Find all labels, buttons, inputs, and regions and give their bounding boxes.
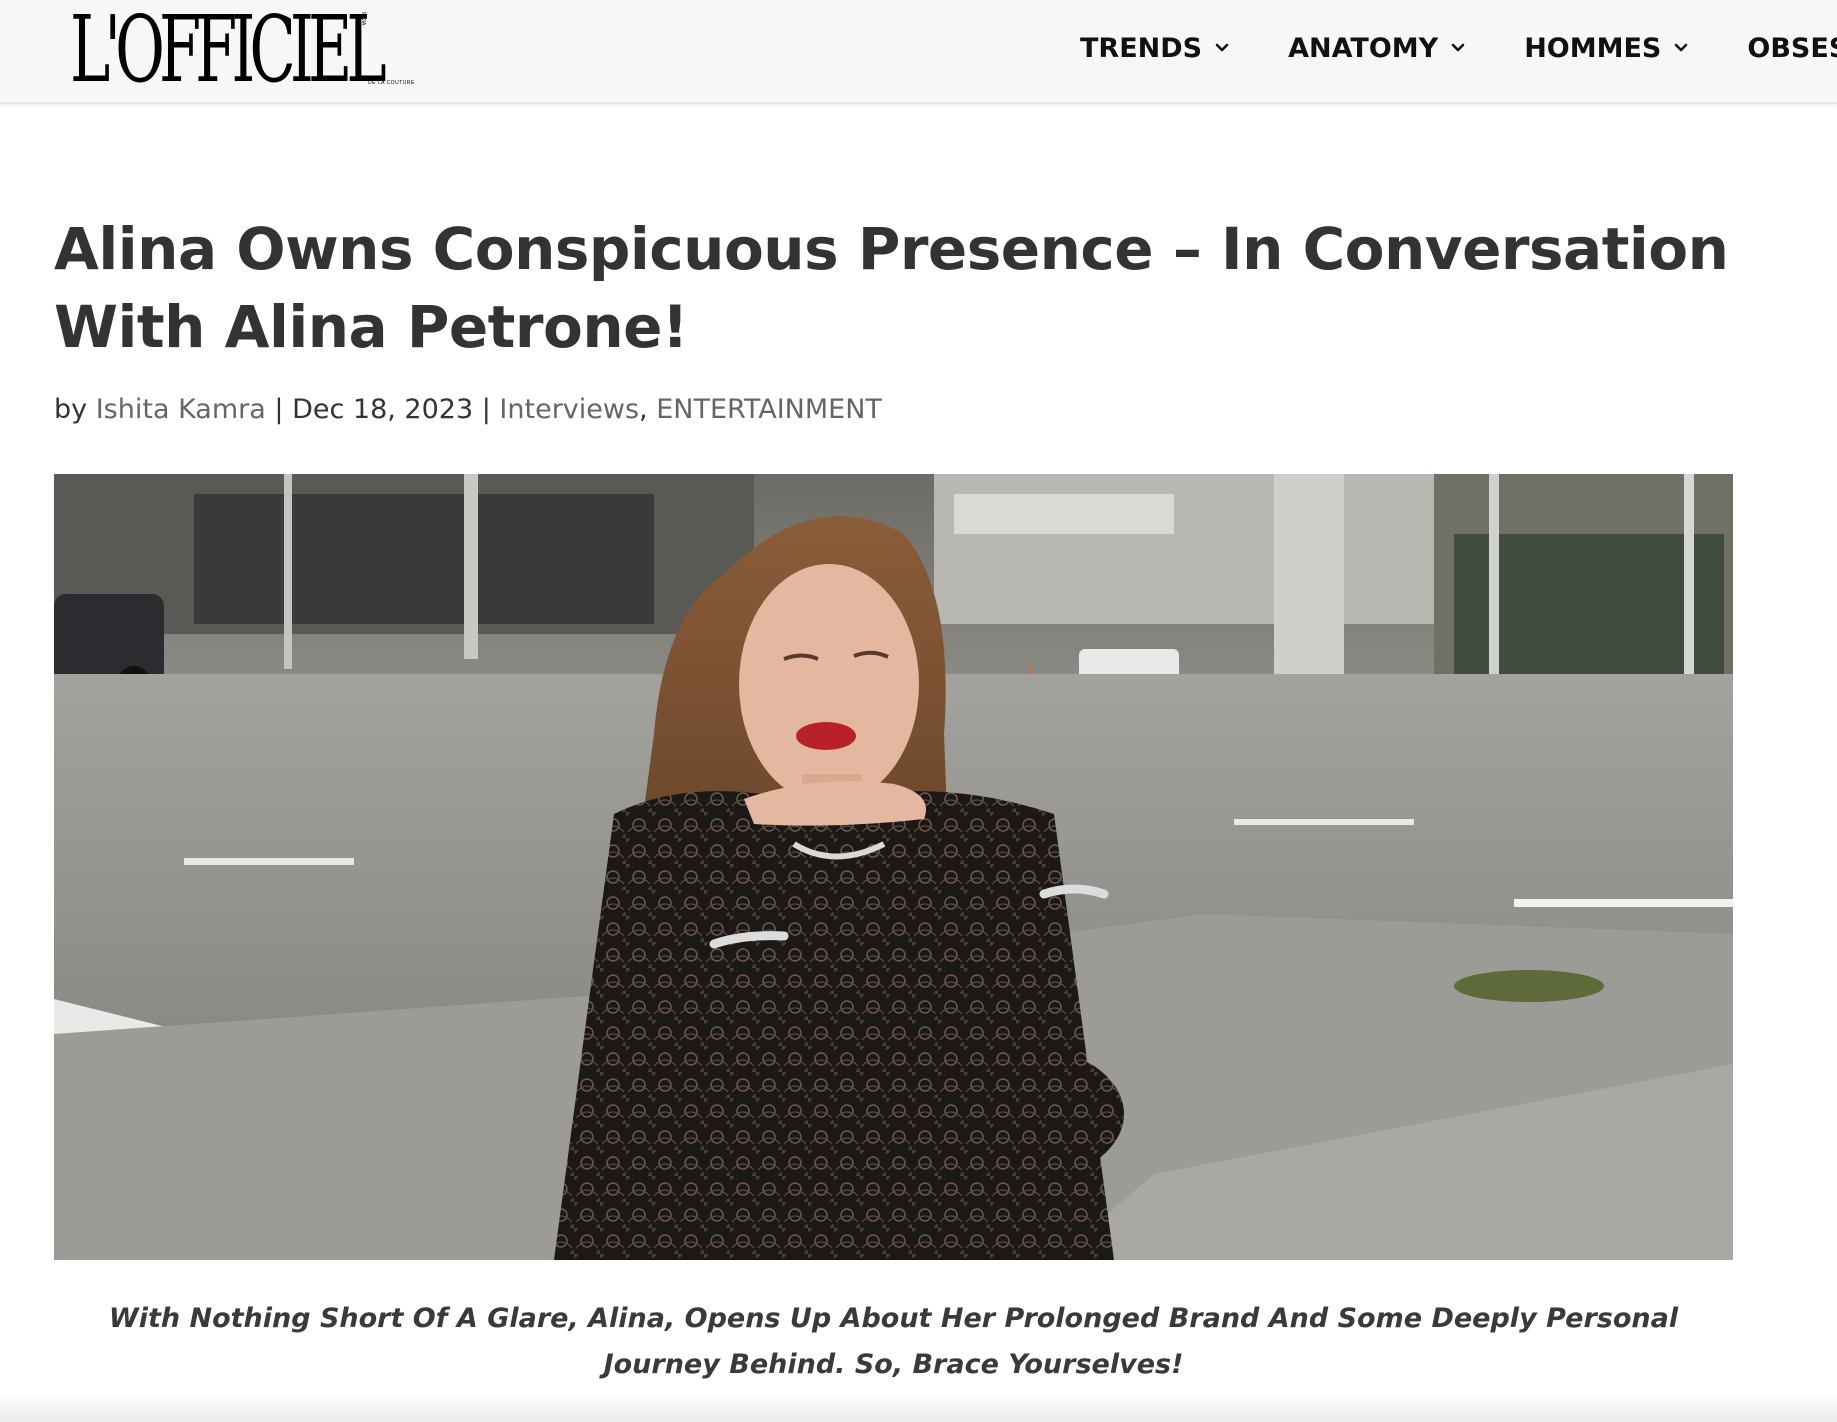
- image-caption: With Nothing Short Of A Glare, Alina, Op…: [108, 1303, 1679, 1380]
- chevron-down-icon: [1675, 43, 1688, 52]
- nav-item-label: OBSESS: [1747, 32, 1837, 64]
- meta-separator: |: [265, 394, 293, 425]
- chevron-down-icon: [1451, 43, 1465, 52]
- logo-edition-label: INDIA: [360, 12, 366, 26]
- author-link[interactable]: Ishita Kamra: [96, 394, 266, 425]
- featured-photo-illustration: [54, 474, 1733, 1260]
- nav-item-anatomy[interactable]: ANATOMY: [1288, 33, 1466, 64]
- byline-prefix: by: [54, 394, 88, 425]
- article-meta: by Ishita Kamra | Dec 18, 2023 | Intervi…: [54, 390, 882, 430]
- nav-item-label: TRENDS: [1080, 32, 1203, 64]
- nav-item-label: HOMMES: [1524, 32, 1662, 64]
- category-link-interviews[interactable]: Interviews: [499, 394, 639, 425]
- page-bottom-fade: [0, 1392, 1837, 1422]
- nav-item-hommes[interactable]: HOMMES: [1524, 33, 1689, 64]
- article-title: Alina Owns Conspicuous Presence – In Con…: [54, 215, 1729, 361]
- nav-item-obsess[interactable]: OBSESS: [1747, 33, 1837, 64]
- meta-separator: |: [473, 394, 500, 425]
- chevron-down-icon: [1215, 43, 1229, 52]
- main-nav: TRENDS ANATOMY HOMMES OBSESS: [1080, 28, 1837, 68]
- nav-item-trends[interactable]: TRENDS: [1080, 33, 1230, 64]
- featured-image: [54, 474, 1733, 1260]
- nav-item-label: ANATOMY: [1288, 32, 1439, 64]
- logo-subtitle: DE LA COUTURE: [368, 80, 415, 86]
- site-logo[interactable]: L'OFFICIEL: [70, 2, 387, 98]
- publish-date: Dec 18, 2023: [292, 394, 474, 425]
- site-header: L'OFFICIEL INDIA DE LA COUTURE TRENDS AN…: [0, 0, 1837, 104]
- category-link-entertainment[interactable]: ENTERTAINMENT: [656, 394, 882, 425]
- category-separator: ,: [639, 394, 657, 425]
